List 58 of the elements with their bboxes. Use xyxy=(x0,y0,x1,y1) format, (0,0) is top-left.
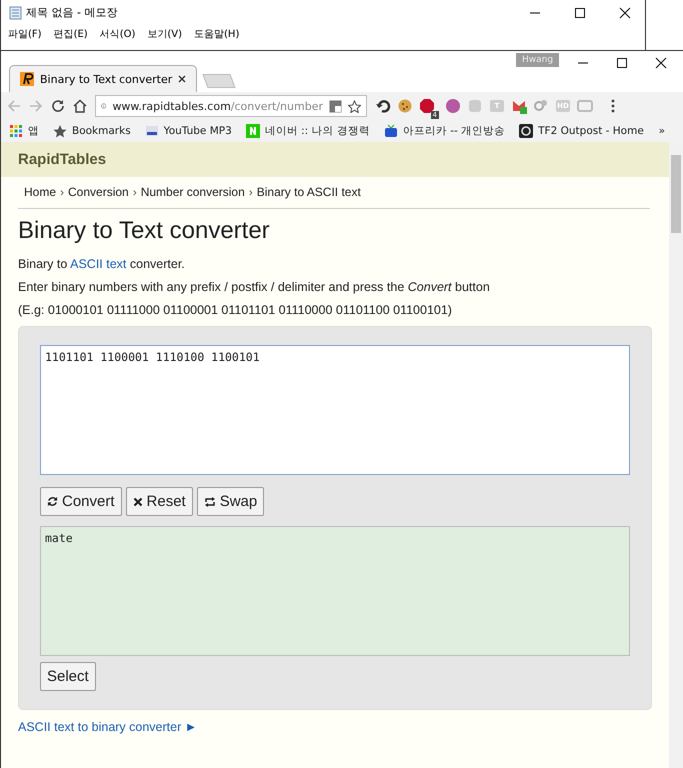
select-button[interactable]: Select xyxy=(40,662,96,691)
notepad-icon xyxy=(9,6,22,20)
breadcrumb-separator: › xyxy=(248,185,253,199)
intro-text: Binary to ASCII text converter. xyxy=(18,257,186,271)
menu-item[interactable]: 편집(E) xyxy=(54,27,88,41)
star-icon xyxy=(53,124,67,138)
converter-button[interactable]: Swap xyxy=(196,487,264,516)
cross-icon xyxy=(132,496,143,506)
menu-item[interactable]: 보기(V) xyxy=(147,27,182,41)
ascii-text-link[interactable]: ASCII text xyxy=(70,257,126,271)
extension-icon[interactable] xyxy=(397,98,413,114)
breadcrumb-link[interactable]: Home xyxy=(24,185,56,199)
instruction-text: Enter binary numbers with any prefix / postfix / delimiter and press the Convert button xyxy=(18,280,491,294)
breadcrumb-link[interactable]: Number conversion xyxy=(140,185,245,199)
swap-icon xyxy=(204,496,216,506)
translate-icon[interactable] xyxy=(329,100,342,112)
apps-grid-icon xyxy=(9,124,23,138)
address-bar[interactable]: www.rapidtables.com/convert/number xyxy=(95,95,367,117)
close-icon[interactable] xyxy=(655,57,667,69)
r-logo-icon xyxy=(20,72,34,86)
maximize-icon[interactable] xyxy=(574,6,586,18)
bookmark-link[interactable]: YouTube MP3 xyxy=(164,125,232,137)
bookmark-link[interactable]: 앱 xyxy=(28,124,39,138)
browser-tab[interactable]: Binary to Text converter xyxy=(9,65,198,92)
binary-input-field[interactable]: 1101101 1100001 1110100 1100101 xyxy=(40,345,630,475)
page-title: Binary to Text converter xyxy=(18,217,271,245)
tv-icon xyxy=(384,124,398,138)
breadcrumb-link[interactable]: Conversion xyxy=(68,185,129,199)
close-icon[interactable] xyxy=(178,75,186,83)
bookmark-link[interactable]: Bookmarks xyxy=(72,125,131,137)
text-output-field[interactable]: mate xyxy=(40,526,630,656)
menu-item[interactable]: 파일(F) xyxy=(8,27,42,41)
round-logo-icon xyxy=(519,124,534,138)
breadcrumb-separator: › xyxy=(60,185,64,199)
bookmark-link[interactable]: 아프리카 -- 개인방송 xyxy=(402,124,506,138)
close-icon[interactable] xyxy=(619,6,631,18)
site-logo-text[interactable]: RapidTables xyxy=(1,142,669,177)
more-bookmarks-button[interactable]: » xyxy=(658,125,675,137)
music-logo-icon xyxy=(144,124,159,138)
n-logo-icon xyxy=(246,124,260,138)
converter-link[interactable]: ASCII text to binary converter ► xyxy=(18,720,198,734)
menu-item[interactable]: 도움말(H) xyxy=(194,27,240,41)
home-icon[interactable] xyxy=(73,99,87,113)
breadcrumb-separator: › xyxy=(132,185,137,199)
converter-button[interactable]: Reset xyxy=(126,487,193,516)
bookmark-link[interactable]: 네이버 :: 나의 경쟁력 xyxy=(264,124,370,138)
window-title: 제목 없음 - 메모장 xyxy=(26,5,118,20)
reload-icon[interactable] xyxy=(51,99,65,113)
bookmark-link[interactable]: TF2 Outpost - Home xyxy=(538,125,644,137)
converter-button[interactable]: Convert xyxy=(40,487,122,516)
extension-icon[interactable] xyxy=(375,98,391,114)
star-icon[interactable] xyxy=(348,100,361,112)
maximize-icon[interactable] xyxy=(616,57,628,69)
menu-icon[interactable] xyxy=(611,99,615,113)
menu-item[interactable]: 서식(O) xyxy=(100,27,136,41)
refresh-icon xyxy=(47,496,58,507)
breadcrumb-link[interactable]: Binary to ASCII text xyxy=(256,185,361,199)
example-text: (E.g: 01000101 01111000 01100001 01101101 01110000 01101100 01100101) xyxy=(18,303,453,317)
